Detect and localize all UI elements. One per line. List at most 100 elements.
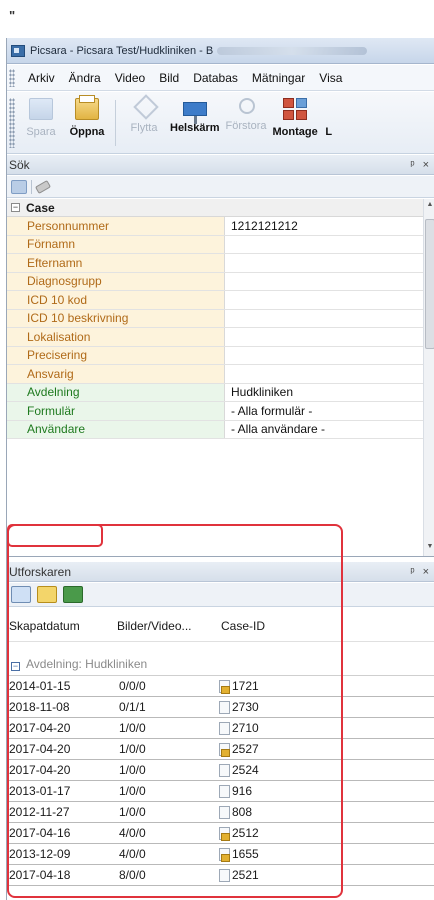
table-row[interactable]: 2017-04-20 1/0/0 2710: [7, 718, 434, 739]
collapse-icon[interactable]: −: [11, 662, 20, 671]
locked-document-icon: [219, 679, 230, 694]
property-row[interactable]: Förnamn: [7, 235, 434, 254]
pin-icon[interactable]: ᵖ: [410, 566, 414, 578]
created-date-cell: 2017-04-16: [9, 826, 71, 840]
menu-bar: Arkiv Ändra Video Bild Databas Mätningar…: [7, 65, 434, 91]
move-button[interactable]: Flytta: [124, 92, 164, 134]
property-row[interactable]: ICD 10 beskrivning: [7, 309, 434, 328]
media-count-cell: 1/0/0: [119, 784, 146, 798]
created-date-cell: 2013-01-17: [9, 784, 71, 798]
open-label: Öppna: [69, 126, 105, 138]
property-row[interactable]: Användare - Alla användare -: [7, 420, 434, 439]
category-case[interactable]: − Case: [7, 199, 434, 217]
table-row[interactable]: 2013-12-09 4/0/0 1655: [7, 844, 434, 865]
property-name: Användare: [7, 420, 225, 438]
property-name: Diagnosgrupp: [7, 272, 225, 290]
table-row[interactable]: 2013-01-17 1/0/0 916: [7, 781, 434, 802]
case-id-cell: 2524: [219, 763, 339, 777]
property-rows: Personnummer 1212121212 Förnamn Efternamn Di…: [7, 217, 434, 439]
document-icon: [219, 805, 230, 819]
property-row[interactable]: Avdelning Hudkliniken: [7, 383, 434, 402]
group-label: Avdelning: Hudkliniken: [26, 657, 148, 671]
menu-databas[interactable]: Databas: [186, 71, 245, 85]
table-row[interactable]: 2018-11-08 0/1/1 2730: [7, 697, 434, 718]
case-id-cell: 2730: [219, 700, 339, 714]
clear-eraser-icon[interactable]: [34, 179, 52, 194]
thumbnail-view-icon[interactable]: [37, 586, 57, 603]
case-id-text: 916: [232, 784, 253, 798]
zoom-button[interactable]: Förstora: [226, 92, 267, 132]
property-value-field[interactable]: - Alla användare -: [225, 422, 325, 436]
property-name: Efternamn: [7, 254, 225, 272]
property-name: Lokalisation: [7, 328, 225, 346]
close-icon[interactable]: ×: [423, 566, 429, 578]
menu-visa[interactable]: Visa: [312, 71, 349, 85]
table-row[interactable]: 2017-04-18 8/0/0 2521: [7, 865, 434, 886]
table-row[interactable]: 2017-04-20 1/0/0 2527: [7, 739, 434, 760]
property-row[interactable]: Efternamn: [7, 254, 434, 273]
toolbar-overflow-button[interactable]: L: [324, 92, 334, 138]
property-row[interactable]: Diagnosgrupp: [7, 272, 434, 291]
case-id-text: 2730: [232, 700, 259, 714]
media-count-cell: 4/0/0: [119, 847, 146, 861]
property-value-field[interactable]: 1212121212: [225, 219, 298, 233]
group-row-avdelning[interactable]: − Avdelning: Hudkliniken: [7, 642, 434, 676]
details-view-icon[interactable]: [11, 586, 31, 603]
search-property-grid: − Case Personnummer 1212121212 Förnamn Efte…: [7, 199, 434, 557]
collapse-icon[interactable]: −: [11, 203, 20, 212]
locked-document-icon: [219, 742, 230, 757]
overflow-icon: [326, 98, 332, 120]
menu-matningar[interactable]: Mätningar: [245, 71, 312, 85]
media-count-cell: 1/0/0: [119, 721, 146, 735]
media-count-cell: 1/0/0: [119, 742, 146, 756]
property-row[interactable]: Ansvarig: [7, 365, 434, 384]
explorer-rows: 2014-01-15 0/0/0 1721 2018-11-08 0/1/1 2730 20…: [7, 676, 434, 886]
picsara-window: Picsara - Picsara Test/Hudkliniken - B A…: [6, 38, 434, 900]
property-value-field[interactable]: Hudkliniken: [225, 385, 293, 399]
media-count-cell: 1/0/0: [119, 805, 146, 819]
search-options-icon[interactable]: [11, 179, 27, 194]
column-header-media[interactable]: Bilder/Video...: [115, 619, 219, 633]
pin-icon[interactable]: ᵖ: [410, 159, 414, 171]
explorer-toolbar: [7, 583, 434, 607]
scroll-thumb[interactable]: [425, 219, 434, 349]
property-value-field[interactable]: - Alla formulär -: [225, 404, 312, 418]
property-row[interactable]: Precisering: [7, 346, 434, 365]
main-toolbar: Spara Öppna Flytta Helskärm Förstora Mon…: [7, 92, 434, 154]
column-header-created[interactable]: Skapatdatum: [7, 619, 115, 633]
property-row[interactable]: Formulär - Alla formulär -: [7, 402, 434, 421]
case-id-text: 2527: [232, 742, 259, 756]
menu-bild[interactable]: Bild: [152, 71, 186, 85]
property-name: ICD 10 kod: [7, 291, 225, 309]
montage-button[interactable]: Montage: [273, 92, 318, 138]
menu-arkiv[interactable]: Arkiv: [21, 71, 62, 85]
case-id-cell: 2527: [219, 742, 339, 757]
table-row[interactable]: 2017-04-20 1/0/0 2524: [7, 760, 434, 781]
save-button[interactable]: Spara: [21, 92, 61, 138]
document-icon: [219, 700, 230, 714]
document-icon: [219, 784, 230, 798]
menu-andra[interactable]: Ändra: [62, 71, 108, 85]
menu-grip-icon[interactable]: [9, 68, 15, 87]
case-id-text: 1655: [232, 847, 259, 861]
property-scrollbar[interactable]: ▲ ▼: [423, 199, 434, 556]
open-button[interactable]: Öppna: [67, 92, 107, 138]
property-row[interactable]: ICD 10 kod: [7, 291, 434, 310]
fullscreen-button[interactable]: Helskärm: [170, 92, 220, 134]
table-row[interactable]: 2012-11-27 1/0/0 808: [7, 802, 434, 823]
menu-video[interactable]: Video: [108, 71, 152, 85]
image-view-icon[interactable]: [63, 586, 83, 603]
close-icon[interactable]: ×: [423, 159, 429, 171]
table-row[interactable]: 2014-01-15 0/0/0 1721: [7, 676, 434, 697]
created-date-cell: 2017-04-20: [9, 763, 71, 777]
explorer-panel-header: Utforskaren ᵖ ×: [7, 562, 434, 582]
scroll-down-icon[interactable]: ▼: [425, 543, 434, 555]
table-row[interactable]: 2017-04-16 4/0/0 2512: [7, 823, 434, 844]
property-name: ICD 10 beskrivning: [7, 309, 225, 327]
created-date-cell: 2017-04-18: [9, 868, 71, 882]
toolbar-grip-icon[interactable]: [9, 98, 15, 148]
scroll-up-icon[interactable]: ▲: [425, 201, 434, 213]
property-row[interactable]: Personnummer 1212121212: [7, 217, 434, 236]
column-header-case-id[interactable]: Case-ID: [219, 619, 339, 633]
property-row[interactable]: Lokalisation: [7, 328, 434, 347]
